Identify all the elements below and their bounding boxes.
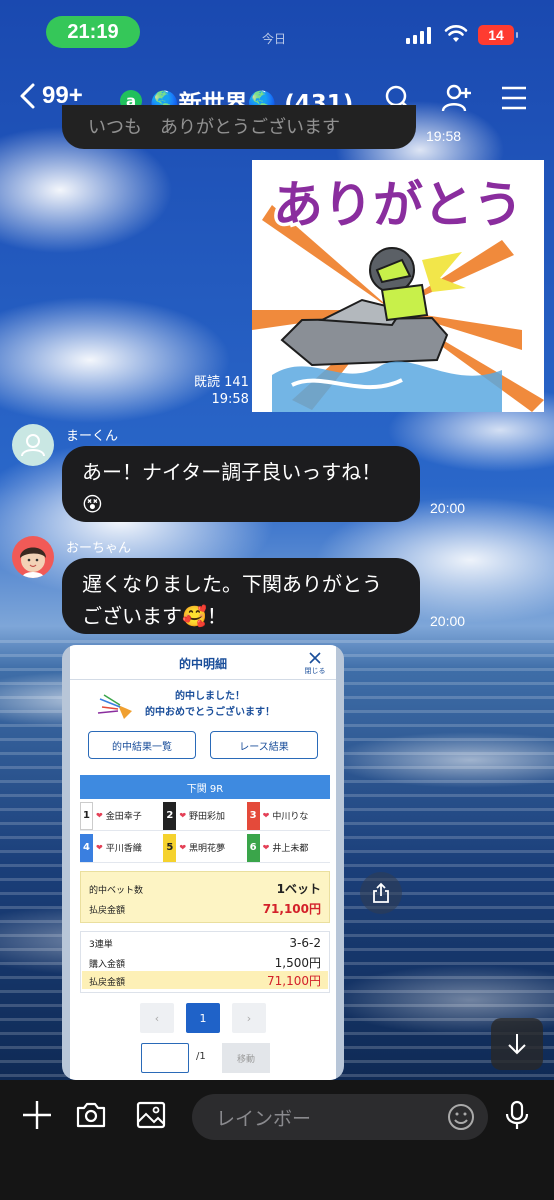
camera-icon[interactable] bbox=[74, 1098, 108, 1132]
racer-entry: 1 ❤ 金田幸子 bbox=[80, 801, 164, 831]
racer-name: 野田彩加 bbox=[189, 812, 226, 822]
share-icon bbox=[373, 882, 389, 903]
close-label: 閉じる bbox=[304, 667, 326, 675]
status-time: 21:19 bbox=[46, 16, 140, 48]
date-separator: 今日 bbox=[262, 32, 287, 46]
chevron-left-icon bbox=[20, 83, 35, 109]
payout-label: 払戻金額 bbox=[89, 906, 126, 916]
racer-number: 3 bbox=[246, 801, 260, 830]
page-total: /1 bbox=[196, 1051, 206, 1062]
receipt-title: 的中明細 bbox=[178, 657, 227, 671]
heart-icon: ❤ bbox=[179, 843, 187, 852]
racer-entry: 4 ❤ 平川香織 bbox=[80, 833, 164, 863]
wifi-icon bbox=[444, 25, 468, 42]
racer-name: 金田幸子 bbox=[105, 812, 142, 822]
page-prev-button: ‹ bbox=[140, 1003, 174, 1033]
racer-number: 4 bbox=[80, 833, 93, 862]
purchase-label: 購入金額 bbox=[89, 960, 126, 970]
page-number-input bbox=[141, 1043, 189, 1073]
sticker-image: ありがとう bbox=[252, 160, 544, 412]
add-friend-icon[interactable] bbox=[440, 82, 472, 114]
racer-number: 2 bbox=[163, 801, 177, 830]
bet-combo: 3-6-2 bbox=[289, 936, 321, 950]
bets-value: 1ベット bbox=[276, 882, 321, 896]
heart-icon: ❤ bbox=[179, 811, 187, 820]
racer-number: 5 bbox=[163, 833, 177, 862]
race-results-button: レース結果 bbox=[210, 731, 318, 759]
sticker-arigatou[interactable]: ありがとう bbox=[252, 160, 544, 412]
racer-entry: 3 ❤ 中川りな bbox=[246, 801, 330, 831]
image-icon[interactable] bbox=[134, 1098, 168, 1132]
share-button[interactable] bbox=[360, 872, 402, 914]
arrow-down-icon bbox=[508, 1034, 526, 1055]
heart-icon: ❤ bbox=[96, 811, 103, 820]
racer-grid: 1 ❤ 金田幸子 2 ❤ 野田彩加 3 ❤ 中川りな 4 ❤ 平川香織 5 ❤ 黒明花夢 6 ❤ 井上未都 bbox=[80, 801, 330, 863]
racer-name: 中川りな bbox=[272, 812, 309, 822]
hit-results-button: 的中結果一覧 bbox=[88, 731, 196, 759]
heart-icon: ❤ bbox=[262, 811, 270, 820]
race-name: 下関 9R bbox=[80, 775, 330, 799]
racer-entry: 6 ❤ 井上未都 bbox=[246, 833, 330, 863]
sender-name: おーちゃん bbox=[66, 541, 132, 556]
plus-icon[interactable] bbox=[20, 1098, 54, 1132]
message-time: 19:58 bbox=[426, 128, 462, 144]
racer-name: 平川香織 bbox=[105, 844, 142, 854]
status-bar: 21:19 今日 14 bbox=[0, 0, 554, 60]
heart-icon: ❤ bbox=[96, 843, 103, 852]
payout-label: 払戻金額 bbox=[89, 978, 126, 988]
hit-summary: 的中ベット数 1ベット 払戻金額 71,100円 bbox=[80, 871, 330, 923]
emoji-icon[interactable] bbox=[444, 1100, 478, 1134]
page-next-button: › bbox=[232, 1003, 266, 1033]
payout-value: 71,100円 bbox=[267, 974, 321, 988]
racer-name: 井上未都 bbox=[272, 844, 309, 854]
congrats-message: 的中しました！ 的中おめでとうございます！ bbox=[110, 689, 310, 721]
message-input-bar: レインボー bbox=[0, 1080, 554, 1200]
message-bubble[interactable]: あー！ナイター調子良いっすね！ 😵 bbox=[62, 446, 420, 522]
sticker-text: ありがとう bbox=[273, 176, 523, 234]
message-input-placeholder: レインボー bbox=[216, 1107, 312, 1130]
cellular-signal-icon bbox=[406, 26, 431, 44]
bet-detail: 3連単 3-6-2 購入金額 1,500円 払戻金額 71,100円 bbox=[80, 931, 330, 993]
message-time: 19:58 bbox=[211, 392, 249, 407]
image-message-receipt[interactable]: 的中明細 閉じる 的中しました！ 的中おめでとうございます！ 的中結果一覧 レー… bbox=[62, 645, 344, 1080]
congrats-line1: 的中しました！ bbox=[175, 691, 245, 702]
close-button: 閉じる bbox=[304, 651, 326, 675]
racer-entry: 5 ❤ 黒明花夢 bbox=[163, 833, 247, 863]
message-text-line2: 😵 bbox=[82, 492, 103, 516]
message-time: 20:00 bbox=[430, 500, 466, 516]
sender-name: まーくん bbox=[66, 429, 119, 444]
avatar[interactable] bbox=[12, 536, 54, 578]
message-time: 20:00 bbox=[430, 613, 466, 629]
message-text-line2: ございます🥰！ bbox=[82, 604, 227, 628]
racer-entry: 2 ❤ 野田彩加 bbox=[163, 801, 247, 831]
default-avatar-icon bbox=[21, 434, 45, 457]
avatar[interactable] bbox=[12, 424, 54, 466]
message-bubble-partial[interactable]: いつも ありがとうございます bbox=[62, 105, 416, 149]
page-current-button: 1 bbox=[186, 1003, 220, 1033]
user-avatar-illustration bbox=[20, 547, 46, 578]
congrats-line2: 的中おめでとうございます！ bbox=[145, 707, 275, 718]
heart-icon: ❤ bbox=[262, 843, 270, 852]
menu-icon[interactable] bbox=[498, 82, 530, 114]
message-text: いつも ありがとうございます bbox=[88, 117, 340, 138]
payout-value: 71,100円 bbox=[262, 902, 321, 916]
racer-name: 黒明花夢 bbox=[189, 844, 226, 854]
racer-number: 1 bbox=[80, 801, 93, 830]
read-receipt: 既読 141 19:58 bbox=[194, 374, 249, 408]
microphone-icon[interactable] bbox=[500, 1098, 534, 1132]
read-count: 既読 141 bbox=[194, 375, 249, 390]
racer-number: 6 bbox=[246, 833, 260, 862]
bet-type: 3連単 bbox=[89, 940, 113, 950]
divider bbox=[70, 679, 336, 680]
close-icon bbox=[309, 652, 321, 664]
page-move-button: 移動 bbox=[222, 1043, 270, 1073]
message-text-line1: 遅くなりました。下関ありがとう bbox=[82, 572, 382, 596]
scroll-to-bottom-button[interactable] bbox=[491, 1018, 543, 1070]
purchase-value: 1,500円 bbox=[274, 956, 321, 970]
battery-indicator: 14 bbox=[478, 25, 518, 45]
receipt-page: 的中明細 閉じる 的中しました！ 的中おめでとうございます！ 的中結果一覧 レー… bbox=[70, 645, 336, 1080]
message-text-line1: あー！ナイター調子良いっすね！ bbox=[82, 460, 382, 484]
message-bubble[interactable]: 遅くなりました。下関ありがとう ございます🥰！ bbox=[62, 558, 420, 634]
bets-label: 的中ベット数 bbox=[89, 886, 144, 896]
